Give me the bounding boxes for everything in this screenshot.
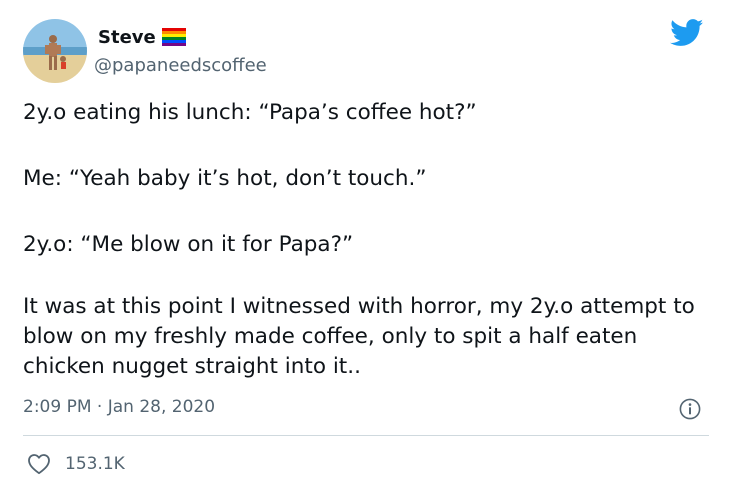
like-count: 153.1K bbox=[65, 454, 125, 474]
display-name[interactable]: Steve bbox=[98, 27, 156, 48]
twitter-bird-icon[interactable] bbox=[670, 19, 704, 47]
tweet-paragraph: 2y.o: “Me blow on it for Papa?” bbox=[23, 232, 354, 257]
author-handle[interactable]: @papaneedscoffee bbox=[94, 55, 267, 76]
avatar-photo bbox=[23, 19, 87, 83]
divider bbox=[23, 435, 709, 436]
info-icon[interactable] bbox=[679, 398, 701, 420]
author-name-row[interactable]: Steve bbox=[98, 24, 186, 50]
like-button[interactable]: 153.1K bbox=[27, 452, 125, 476]
tweet-paragraph: Me: “Yeah baby it’s hot, don’t touch.” bbox=[23, 166, 427, 191]
tweet-timestamp[interactable]: 2:09 PM · Jan 28, 2020 bbox=[23, 397, 215, 417]
tweet-card: Steve @papaneedscoffee 2y.o eating his l… bbox=[0, 0, 729, 490]
rainbow-flag-icon bbox=[161, 28, 186, 46]
tweet-paragraph: It was at this point I witnessed with ho… bbox=[23, 294, 695, 379]
avatar[interactable] bbox=[23, 19, 87, 83]
heart-icon bbox=[28, 454, 50, 475]
tweet-paragraph: 2y.o eating his lunch: “Papa’s coffee ho… bbox=[23, 100, 477, 125]
